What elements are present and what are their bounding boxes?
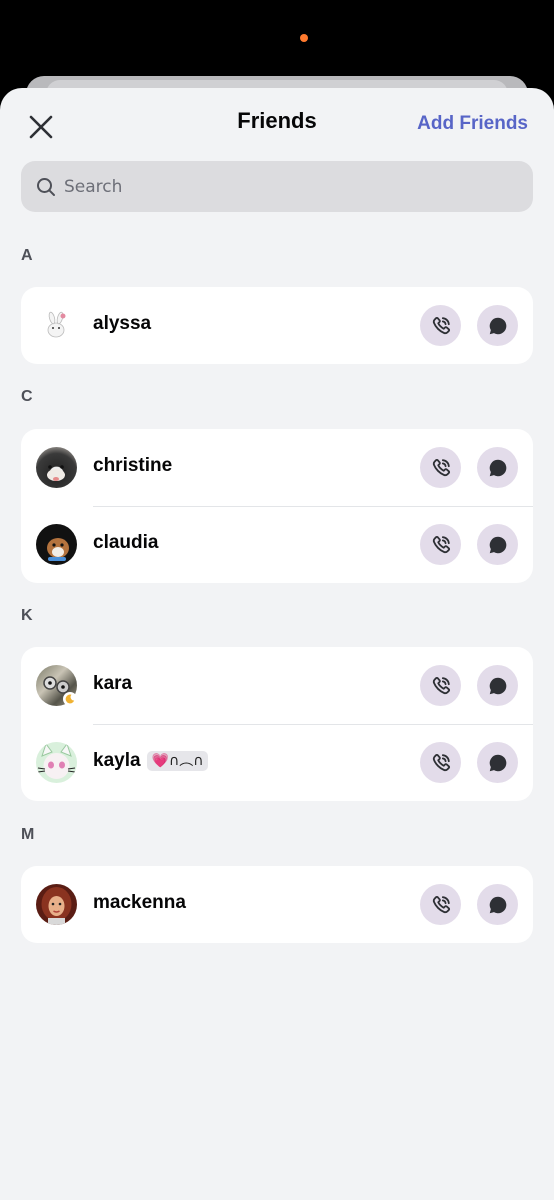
friend-name: kara [93, 673, 133, 694]
avatar [36, 524, 77, 565]
phone-call-icon [432, 676, 450, 694]
phone-call-icon [432, 316, 450, 334]
friend-name: alyssa [93, 313, 152, 334]
message-button[interactable] [477, 665, 518, 706]
friend-name: kayla [93, 750, 141, 771]
call-button[interactable] [420, 665, 461, 706]
friends-sheet: Friends Add Friends A alyssa [0, 88, 554, 1200]
phone-call-icon [432, 895, 450, 913]
friend-row-christine[interactable]: christine [21, 429, 533, 506]
chat-bubble-icon [489, 536, 506, 553]
row-divider [93, 724, 533, 725]
call-button[interactable] [420, 524, 461, 565]
add-friends-button[interactable]: Add Friends [417, 113, 528, 135]
chat-bubble-icon [489, 677, 506, 694]
friend-row-kayla[interactable]: kayla 💗∩︵∩ [21, 724, 533, 801]
avatar [36, 305, 77, 346]
search-input[interactable] [62, 175, 506, 198]
chat-bubble-icon [489, 754, 506, 771]
friend-row-claudia[interactable]: claudia [21, 506, 533, 583]
friend-name-with-badge: kayla 💗∩︵∩ [93, 750, 209, 772]
call-button[interactable] [420, 447, 461, 488]
friend-row-mackenna[interactable]: mackenna [21, 866, 533, 943]
message-button[interactable] [477, 305, 518, 346]
message-button[interactable] [477, 884, 518, 925]
phone-call-icon [432, 535, 450, 553]
friend-row-kara[interactable]: kara [21, 647, 533, 724]
avatar [36, 447, 77, 488]
section-header-m: M [21, 826, 35, 843]
avatar [36, 742, 77, 783]
chat-bubble-icon [489, 896, 506, 913]
message-button[interactable] [477, 524, 518, 565]
call-button[interactable] [420, 884, 461, 925]
section-header-a: A [21, 247, 33, 264]
friends-group-a: alyssa [21, 287, 533, 364]
friends-group-m: mackenna [21, 866, 533, 943]
chat-bubble-icon [489, 317, 506, 334]
chat-bubble-icon [489, 459, 506, 476]
phone-call-icon [432, 458, 450, 476]
message-button[interactable] [477, 447, 518, 488]
friend-name: christine [93, 455, 173, 476]
friend-row-alyssa[interactable]: alyssa [21, 287, 533, 364]
call-button[interactable] [420, 742, 461, 783]
idle-status-indicator [63, 692, 77, 706]
message-button[interactable] [477, 742, 518, 783]
row-divider [93, 506, 533, 507]
moon-icon [65, 694, 75, 704]
search-icon [37, 177, 55, 196]
section-header-k: K [21, 607, 33, 624]
phone-call-icon [432, 753, 450, 771]
friends-group-c: christine claudia [21, 429, 533, 583]
custom-status-badge: 💗∩︵∩ [146, 750, 209, 771]
avatar [36, 884, 77, 925]
friends-group-k: kara kayla 💗∩︵∩ [21, 647, 533, 801]
search-bar[interactable] [21, 161, 533, 212]
friend-name: claudia [93, 532, 159, 553]
call-button[interactable] [420, 305, 461, 346]
section-header-c: C [21, 388, 33, 405]
friend-name: mackenna [93, 892, 186, 913]
camera-dot [300, 34, 308, 42]
